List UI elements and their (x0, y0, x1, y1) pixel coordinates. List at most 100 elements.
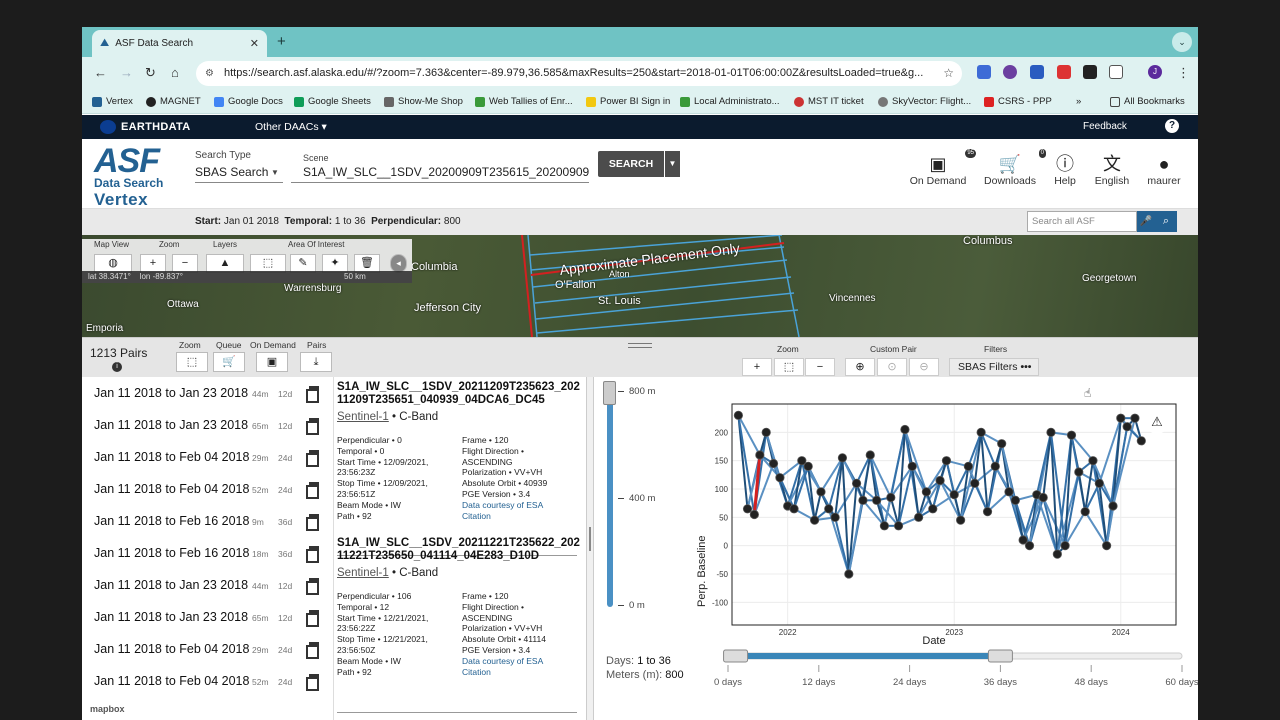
tab-search-icon[interactable]: ⌄ (1172, 32, 1192, 52)
reload-icon[interactable]: ↻ (145, 65, 156, 81)
list-item[interactable]: Jan 11 2018 to Feb 16 2018 18m 36d (82, 537, 334, 569)
sbas-filters-button[interactable]: SBAS Filters ••• (949, 358, 1039, 376)
scene-point[interactable] (809, 515, 820, 525)
scene-point[interactable] (858, 495, 868, 505)
new-tab-icon[interactable]: + (277, 33, 286, 50)
on-demand-queue-icon[interactable] (306, 450, 319, 467)
on-demand-queue-icon[interactable] (306, 546, 319, 563)
user-button[interactable]: ● maurer (1144, 153, 1184, 187)
bookmark-item[interactable]: Google Sheets (294, 96, 371, 107)
scene-point[interactable] (990, 461, 1000, 471)
scene-point[interactable] (1080, 507, 1090, 517)
scene-point[interactable] (755, 450, 765, 460)
chart-zoom-out-button[interactable]: − (805, 358, 835, 376)
bookmark-item[interactable]: Local Administrato... (680, 96, 780, 107)
scene-point[interactable] (886, 492, 896, 503)
scene-point[interactable] (970, 478, 980, 488)
panel-resize-handle[interactable] (628, 343, 652, 348)
on-demand-queue-icon[interactable] (306, 610, 319, 627)
browser-tab[interactable]: ⛰ ASF Data Search ✕ (92, 30, 267, 57)
earthdata-logo[interactable]: EARTHDATA (100, 120, 191, 134)
esa-courtesy-link[interactable]: Data courtesy of ESA (462, 500, 582, 511)
add-to-cart-icon[interactable]: 🛒 (213, 352, 245, 372)
scene-point[interactable] (1102, 541, 1112, 551)
scene-point[interactable] (907, 461, 917, 471)
address-bar[interactable]: ⚙ https://search.asf.alaska.edu/#/?zoom=… (196, 61, 962, 86)
on-demand-queue-icon[interactable] (306, 482, 319, 499)
remove-custom-pair-icon[interactable]: ⊖ (909, 358, 939, 376)
scene-point[interactable] (1024, 541, 1035, 551)
stop-custom-pair-icon[interactable]: ⊙ (877, 358, 907, 376)
scene-point[interactable] (963, 461, 973, 471)
scene-input[interactable]: S1A_IW_SLC__1SDV_20200909T235615_2020090… (291, 165, 589, 183)
all-bookmarks[interactable]: All Bookmarks (1110, 96, 1185, 107)
microphone-icon[interactable]: 🎤 (1137, 211, 1155, 232)
search-options-dropdown[interactable]: ▼ (665, 151, 680, 177)
scene-point[interactable] (742, 504, 753, 514)
citation-link[interactable]: Citation (462, 667, 582, 678)
list-item[interactable]: Jan 11 2018 to Feb 04 2018 29m 24d (82, 633, 334, 665)
feedback-link[interactable]: Feedback (1083, 121, 1127, 132)
map-view[interactable]: Approximate Placement Only Columbus Colu… (82, 235, 1198, 337)
warning-icon[interactable]: ⚠ (1146, 412, 1168, 434)
close-tab-icon[interactable]: ✕ (250, 37, 259, 50)
list-item[interactable]: Jan 11 2018 to Jan 23 2018 44m 12d (82, 377, 334, 409)
list-item[interactable]: Jan 11 2018 to Feb 04 2018 52m 24d (82, 665, 334, 697)
extension-icon[interactable] (1003, 65, 1017, 79)
esa-courtesy-link[interactable]: Data courtesy of ESA (462, 656, 582, 667)
extensions-puzzle-icon[interactable] (1109, 65, 1123, 79)
scene-point[interactable] (816, 487, 826, 497)
language-button[interactable]: 文 English (1092, 153, 1132, 187)
days-slider-handle[interactable] (723, 649, 749, 663)
info-icon[interactable]: i (112, 362, 122, 372)
scene-point[interactable] (1066, 430, 1077, 440)
scene-point[interactable] (914, 512, 924, 522)
scene-point[interactable] (851, 478, 862, 488)
search-icon[interactable]: ⌕ (1155, 211, 1177, 232)
scene-point[interactable] (1046, 427, 1056, 437)
search-type-select[interactable]: SBAS Search (195, 165, 283, 183)
pair-line[interactable] (847, 483, 858, 575)
filter-summary[interactable]: Start: Jan 01 2018 Temporal: 1 to 36 Per… (195, 216, 461, 227)
search-button[interactable]: SEARCH (598, 151, 664, 177)
bookmark-star-icon[interactable]: ☆ (943, 61, 954, 86)
scene-point[interactable] (775, 473, 785, 483)
list-item[interactable]: Jan 11 2018 to Feb 04 2018 52m 24d (82, 473, 334, 505)
chevron-down-icon[interactable]: ▼ (271, 168, 279, 177)
scene-point[interactable] (789, 504, 799, 514)
scene-point[interactable] (1116, 413, 1126, 423)
scene-point[interactable] (844, 569, 854, 579)
list-item[interactable]: Jan 11 2018 to Jan 23 2018 44m 12d (82, 569, 334, 601)
scene-point[interactable] (1060, 541, 1070, 551)
scene-point[interactable] (900, 424, 910, 435)
chart-fit-icon[interactable]: ⬚ (774, 358, 804, 376)
scene-point[interactable] (1052, 549, 1062, 559)
mapbox-attribution[interactable]: mapbox (90, 704, 125, 714)
panel-splitter[interactable] (586, 377, 594, 720)
zoom-to-results-icon[interactable]: ⬚ (176, 352, 208, 372)
platform-link[interactable]: Sentinel-1 (337, 567, 389, 579)
scene-point[interactable] (1004, 487, 1014, 497)
list-item[interactable]: Jan 11 2018 to Feb 16 2018 9m 36d (82, 505, 334, 537)
scene-point[interactable] (761, 427, 771, 437)
more-bookmarks-icon[interactable]: » (1076, 96, 1081, 107)
scene-point[interactable] (949, 490, 959, 500)
scene-point[interactable] (1122, 422, 1132, 432)
scene-point[interactable] (768, 458, 779, 469)
scene-point[interactable] (830, 512, 840, 522)
bookmark-item[interactable]: SkyVector: Flight... (878, 96, 971, 107)
citation-link[interactable]: Citation (462, 511, 582, 522)
scene-point[interactable] (1074, 467, 1084, 477)
platform-link[interactable]: Sentinel-1 (337, 411, 389, 423)
scene-point[interactable] (997, 439, 1007, 449)
bookmark-item[interactable]: Web Tallies of Enr... (475, 96, 573, 107)
on-demand-queue-icon[interactable]: ▣ (256, 352, 288, 372)
scene-point[interactable] (749, 509, 759, 520)
download-pairs-icon[interactable]: ⤓ (300, 352, 332, 372)
scene-point[interactable] (1088, 456, 1098, 466)
extension-icon[interactable] (1057, 65, 1071, 79)
scene-point[interactable] (893, 521, 904, 531)
on-demand-queue-icon[interactable] (306, 514, 319, 531)
back-icon[interactable]: ← (94, 65, 107, 80)
bookmark-item[interactable]: MST IT ticket (794, 96, 864, 107)
